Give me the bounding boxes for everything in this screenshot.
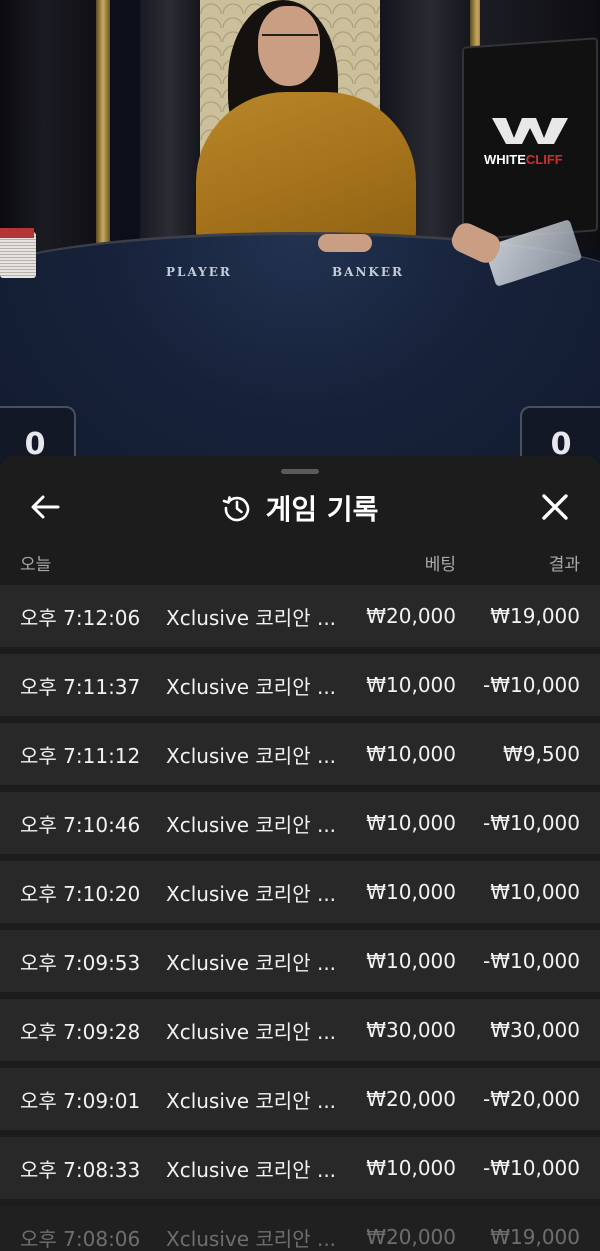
player-area-label: PLAYER <box>166 265 232 279</box>
dealer-hand <box>318 234 372 252</box>
history-row[interactable]: 오후 7:08:06 Xclusive 코리안 ... ₩20,000 ₩19,… <box>0 1206 600 1251</box>
card-stack <box>0 232 36 278</box>
row-game: Xclusive 코리안 ... <box>166 881 337 906</box>
history-row[interactable]: 오후 7:08:33 Xclusive 코리안 ... ₩10,000 -₩10… <box>0 1137 600 1199</box>
row-game: Xclusive 코리안 ... <box>166 1157 337 1182</box>
row-time: 오후 7:10:46 <box>20 812 141 837</box>
row-result: ₩19,000 <box>490 604 580 628</box>
row-bet: ₩10,000 <box>366 673 456 697</box>
row-game: Xclusive 코리안 ... <box>166 674 337 699</box>
row-result: ₩9,500 <box>502 742 580 766</box>
whitecliff-logo-icon <box>492 118 568 144</box>
gold-pillar <box>96 0 110 250</box>
row-bet: ₩10,000 <box>366 811 456 835</box>
close-button[interactable] <box>538 490 572 524</box>
sheet-header: 게임 기록 <box>0 488 600 528</box>
curtain-left-inner <box>140 0 200 240</box>
row-time: 오후 7:12:06 <box>20 605 141 630</box>
row-game: Xclusive 코리안 ... <box>166 1088 337 1113</box>
history-row[interactable]: 오후 7:10:20 Xclusive 코리안 ... ₩10,000 ₩10,… <box>0 861 600 923</box>
row-game: Xclusive 코리안 ... <box>166 812 337 837</box>
drag-handle[interactable] <box>281 469 319 474</box>
game-history-sheet: 게임 기록 오늘 베팅 결과 오후 7:12:06 Xclusive 코리안 .… <box>0 456 600 1251</box>
close-icon <box>542 494 568 520</box>
row-result: ₩10,000 <box>490 880 580 904</box>
brand-wordmark: WHITECLIFF <box>484 152 563 167</box>
row-time: 오후 7:09:28 <box>20 1019 141 1044</box>
row-bet: ₩30,000 <box>366 1018 456 1042</box>
dealer-body <box>196 92 416 252</box>
row-game: Xclusive 코리안 ... <box>166 605 337 630</box>
row-time: 오후 7:11:37 <box>20 674 141 699</box>
row-bet: ₩20,000 <box>366 1087 456 1111</box>
row-result: -₩10,000 <box>483 811 580 835</box>
row-bet: ₩10,000 <box>366 949 456 973</box>
history-list: 오후 7:12:06 Xclusive 코리안 ... ₩20,000 ₩19,… <box>0 585 600 1251</box>
row-game: Xclusive 코리안 ... <box>166 743 337 768</box>
row-result: -₩10,000 <box>483 673 580 697</box>
bet-column-header: 베팅 <box>424 555 456 575</box>
dealer-glasses <box>262 34 318 48</box>
live-video-feed: WHITECLIFF PLAYER BANKER 0 0 <box>0 0 600 470</box>
row-result: -₩20,000 <box>483 1087 580 1111</box>
row-time: 오후 7:09:53 <box>20 950 141 975</box>
row-result: -₩10,000 <box>483 949 580 973</box>
history-row[interactable]: 오후 7:10:46 Xclusive 코리안 ... ₩10,000 -₩10… <box>0 792 600 854</box>
row-bet: ₩10,000 <box>366 742 456 766</box>
row-time: 오후 7:08:33 <box>20 1157 141 1182</box>
page-title: 게임 기록 <box>265 493 379 526</box>
row-bet: ₩10,000 <box>366 1156 456 1180</box>
row-bet: ₩10,000 <box>366 880 456 904</box>
row-time: 오후 7:10:20 <box>20 881 141 906</box>
history-row[interactable]: 오후 7:09:01 Xclusive 코리안 ... ₩20,000 -₩20… <box>0 1068 600 1130</box>
row-result: ₩30,000 <box>490 1018 580 1042</box>
history-row[interactable]: 오후 7:11:37 Xclusive 코리안 ... ₩10,000 -₩10… <box>0 654 600 716</box>
row-time: 오후 7:08:06 <box>20 1226 141 1251</box>
history-row[interactable]: 오후 7:12:06 Xclusive 코리안 ... ₩20,000 ₩19,… <box>0 585 600 647</box>
row-game: Xclusive 코리안 ... <box>166 1019 337 1044</box>
banker-area-label: BANKER <box>332 265 404 279</box>
result-column-header: 결과 <box>548 555 580 575</box>
row-game: Xclusive 코리안 ... <box>166 1226 337 1251</box>
row-bet: ₩20,000 <box>366 1225 456 1249</box>
row-time: 오후 7:11:12 <box>20 743 141 768</box>
history-row[interactable]: 오후 7:11:12 Xclusive 코리안 ... ₩10,000 ₩9,5… <box>0 723 600 785</box>
row-game: Xclusive 코리안 ... <box>166 950 337 975</box>
row-time: 오후 7:09:01 <box>20 1088 141 1113</box>
history-row[interactable]: 오후 7:09:53 Xclusive 코리안 ... ₩10,000 -₩10… <box>0 930 600 992</box>
row-result: -₩10,000 <box>483 1156 580 1180</box>
history-icon <box>222 496 249 522</box>
card-top <box>0 228 34 238</box>
date-group-header: 오늘 <box>20 555 52 575</box>
history-row[interactable]: 오후 7:09:28 Xclusive 코리안 ... ₩30,000 ₩30,… <box>0 999 600 1061</box>
row-result: ₩19,000 <box>490 1225 580 1249</box>
curtain-left <box>0 0 110 260</box>
row-bet: ₩20,000 <box>366 604 456 628</box>
